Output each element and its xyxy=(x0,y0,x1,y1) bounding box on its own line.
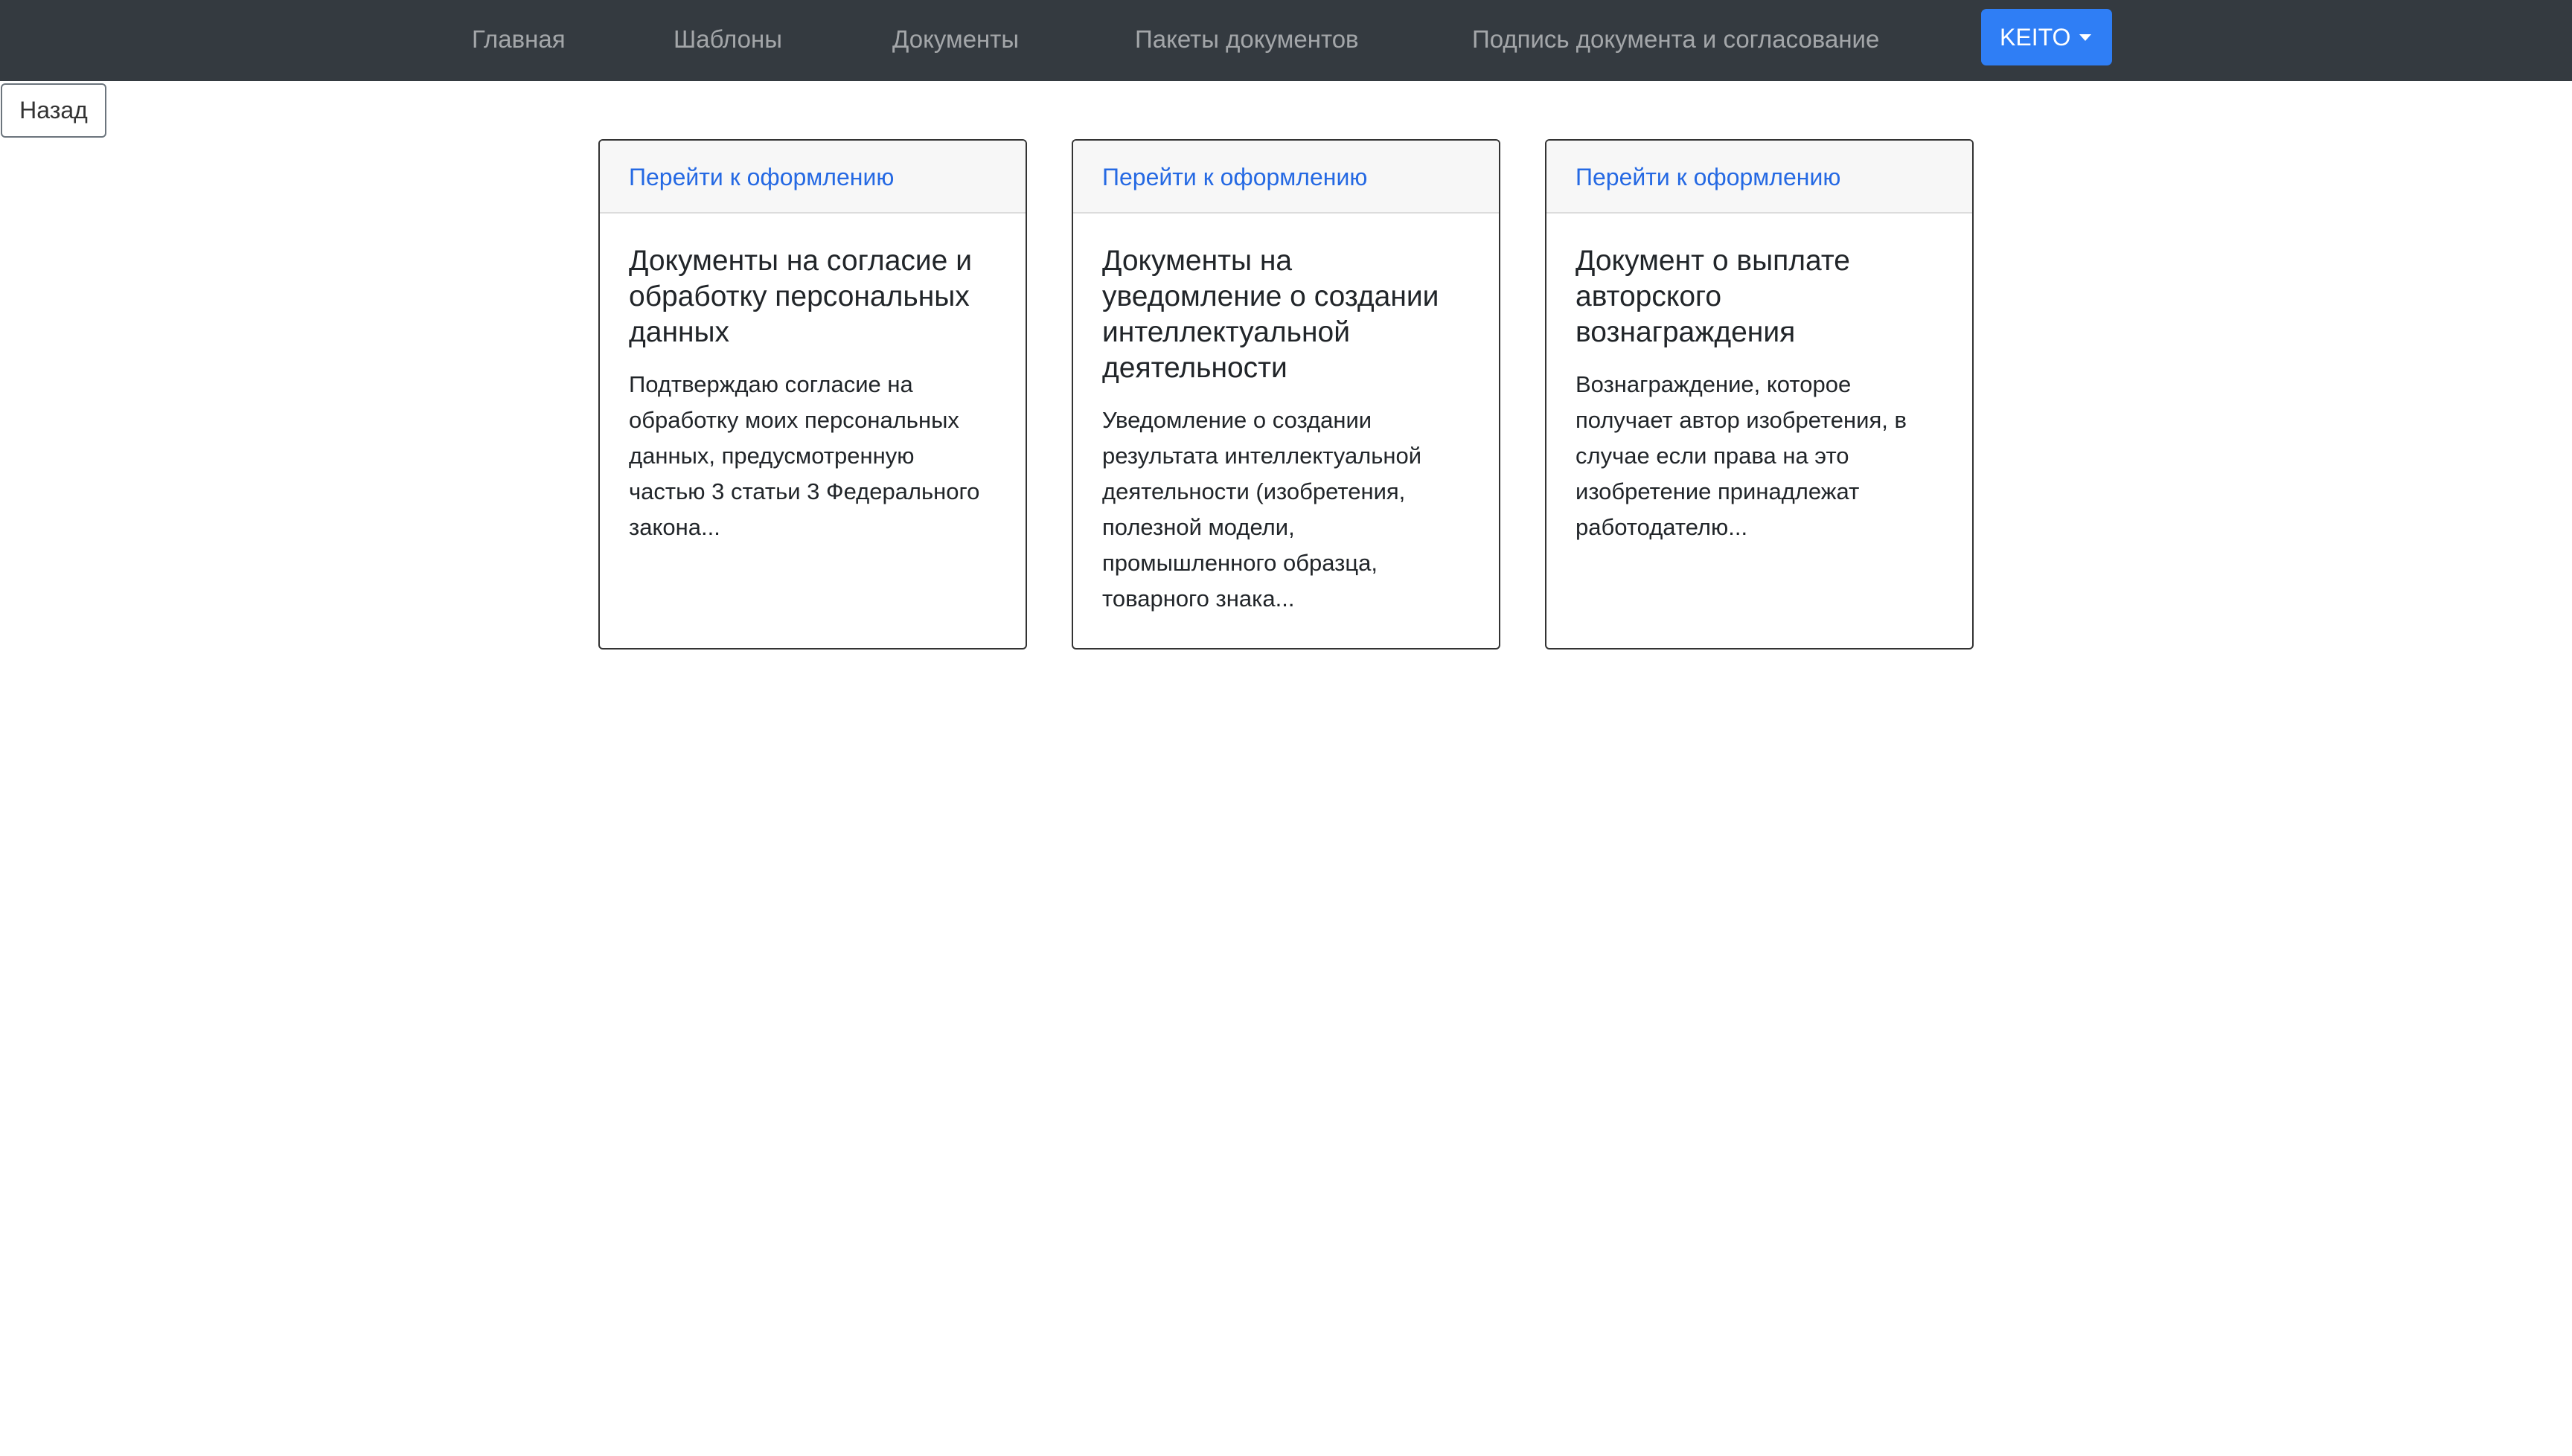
card-title: Документ о выплате авторского вознагражд… xyxy=(1575,245,1850,348)
card-text: Вознаграждение, которое получает автор и… xyxy=(1575,371,1907,540)
card-text: Подтверждаю согласие на обработку моих п… xyxy=(629,371,980,540)
card-link[interactable]: Перейти к оформлению xyxy=(600,141,1026,214)
nav-link-home[interactable]: Главная xyxy=(472,0,566,81)
user-menu-button[interactable]: KEITO xyxy=(1981,9,2112,65)
nav-link-document-packages[interactable]: Пакеты документов xyxy=(1135,0,1359,81)
template-card: Перейти к оформлению Документы на соглас… xyxy=(598,139,1027,650)
card-title: Документы на уведомление о создании инте… xyxy=(1102,245,1439,384)
card-link[interactable]: Перейти к оформлению xyxy=(1546,141,1972,214)
nav-link-documents[interactable]: Документы xyxy=(892,0,1019,81)
card-body: Документы на согласие и обработку персон… xyxy=(600,214,1026,545)
card-text: Уведомление о создании результата интелл… xyxy=(1102,407,1422,612)
card-body: Документы на уведомление о создании инте… xyxy=(1073,214,1499,617)
card-title: Документы на согласие и обработку персон… xyxy=(629,245,972,348)
top-navbar: Главная Шаблоны Документы Пакеты докумен… xyxy=(0,0,2572,81)
nav-link-templates[interactable]: Шаблоны xyxy=(674,0,782,81)
template-card: Перейти к оформлению Документы на уведом… xyxy=(1072,139,1500,650)
template-card: Перейти к оформлению Документ о выплате … xyxy=(1545,139,1974,650)
card-link[interactable]: Перейти к оформлению xyxy=(1073,141,1499,214)
caret-down-icon xyxy=(2079,34,2091,41)
back-button[interactable]: Назад xyxy=(1,83,106,138)
nav-link-signing[interactable]: Подпись документа и согласование xyxy=(1472,0,1879,81)
user-menu-label: KEITO xyxy=(2000,24,2071,51)
card-body: Документ о выплате авторского вознагражд… xyxy=(1546,214,1972,545)
